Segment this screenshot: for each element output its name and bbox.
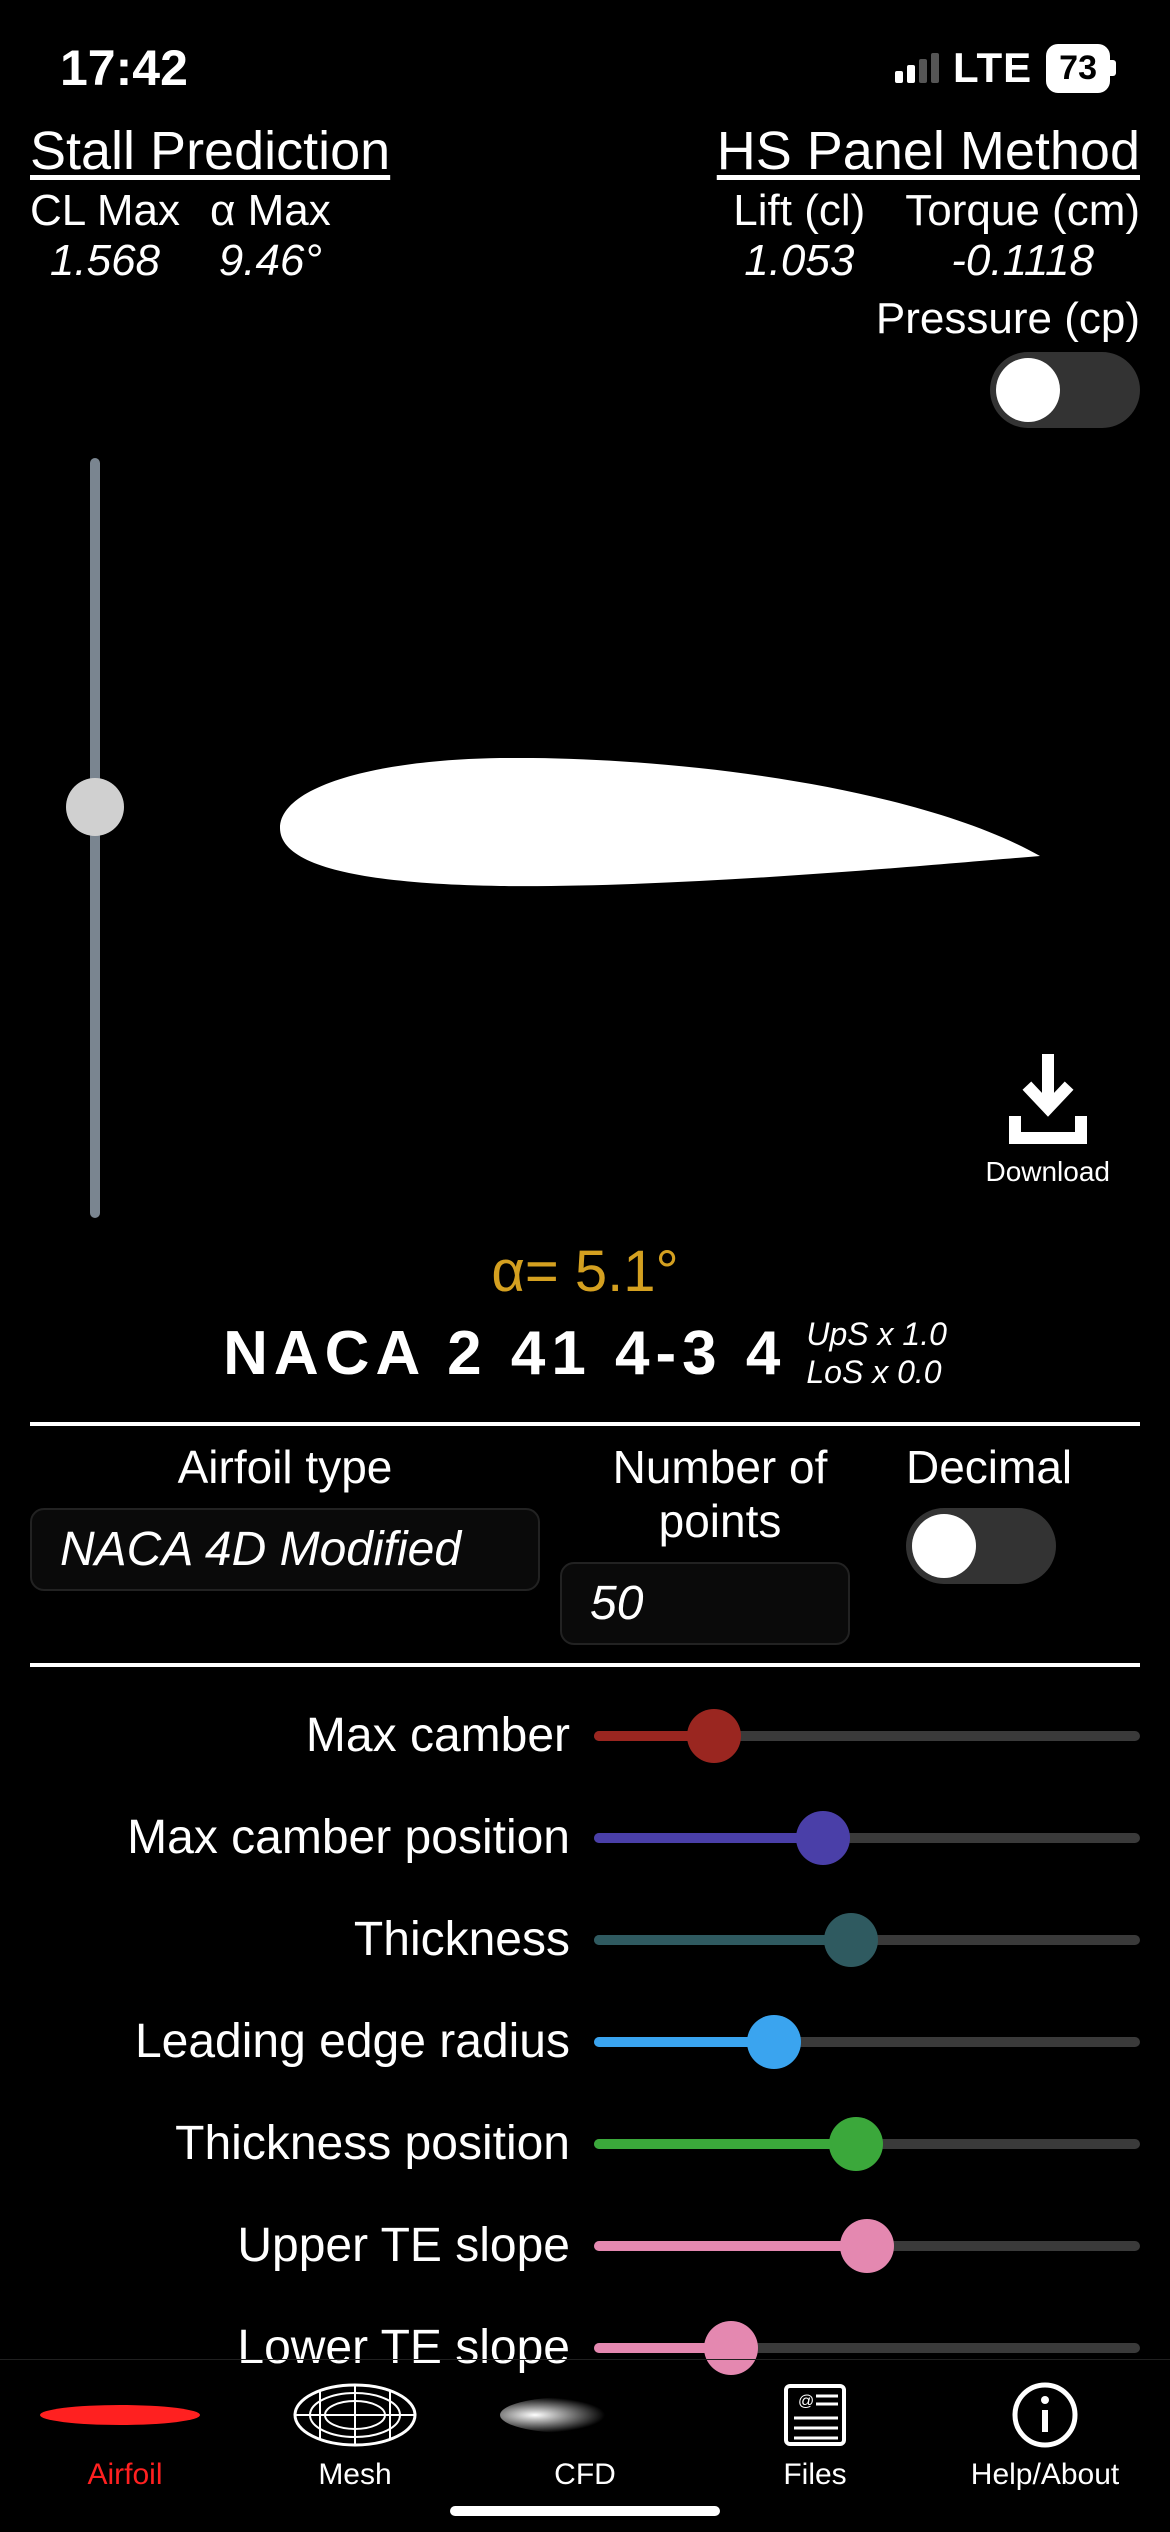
airfoil-tab-icon: [40, 2380, 210, 2450]
a-max-block: α Max 9.46°: [210, 186, 331, 286]
airfoil-type-select[interactable]: NACA 4D Modified: [30, 1508, 540, 1591]
slider-3[interactable]: [594, 2015, 1140, 2069]
slider-label: Thickness: [30, 1912, 570, 1967]
npoints-label: Number of points: [560, 1440, 880, 1548]
airfoil-type-label: Airfoil type: [30, 1440, 540, 1494]
torque-label: Torque (cm): [905, 186, 1140, 236]
pressure-toggle[interactable]: [990, 352, 1140, 428]
tab-airfoil[interactable]: Airfoil: [10, 2380, 240, 2492]
torque-block: Torque (cm) -0.1118: [905, 186, 1140, 286]
slider-label: Upper TE slope: [30, 2218, 570, 2273]
slider-row-5: Upper TE slope: [30, 2195, 1140, 2297]
tab-label: CFD: [554, 2458, 616, 2492]
alpha-value: α= 5.1°: [0, 1238, 1170, 1305]
decimal-label: Decimal: [900, 1440, 1072, 1494]
cfd-tab-icon: [500, 2380, 670, 2450]
cl-max-block: CL Max 1.568: [30, 186, 180, 286]
mesh-tab-icon: [290, 2380, 420, 2450]
status-bar: 17:42 LTE 73: [0, 0, 1170, 120]
slider-1[interactable]: [594, 1811, 1140, 1865]
stall-prediction-block: Stall Prediction CL Max 1.568 α Max 9.46…: [30, 120, 390, 428]
slider-label: Thickness position: [30, 2116, 570, 2171]
svg-text:@: @: [798, 2393, 814, 2410]
slider-label: Max camber position: [30, 1810, 570, 1865]
lift-block: Lift (cl) 1.053: [733, 186, 865, 286]
slider-label: Leading edge radius: [30, 2014, 570, 2069]
alpha-slider-thumb[interactable]: [66, 778, 124, 836]
a-max-label: α Max: [210, 186, 331, 236]
ups-label: UpS x 1.0: [806, 1315, 947, 1353]
stall-title[interactable]: Stall Prediction: [30, 120, 390, 182]
download-button[interactable]: Download: [985, 1054, 1110, 1188]
sliders-panel: Max camber Max camber position Thickness Le…: [0, 1667, 1170, 2399]
hs-panel-block: HS Panel Method Lift (cl) 1.053 Torque (…: [717, 120, 1140, 428]
lift-value: 1.053: [744, 236, 854, 286]
slider-2[interactable]: [594, 1913, 1140, 1967]
home-indicator[interactable]: [450, 2506, 720, 2516]
slider-0[interactable]: [594, 1709, 1140, 1763]
naca-name: NACA 2 41 4-3 4: [223, 1318, 786, 1389]
naca-row: NACA 2 41 4-3 4 UpS x 1.0 LoS x 0.0: [0, 1315, 1170, 1392]
npoints-input[interactable]: 50: [560, 1562, 850, 1645]
airfoil-viewport[interactable]: Download: [30, 458, 1140, 1238]
status-time: 17:42: [60, 39, 188, 97]
slider-row-2: Thickness: [30, 1889, 1140, 1991]
slider-5[interactable]: [594, 2219, 1140, 2273]
tab-label: Help/About: [971, 2458, 1119, 2492]
slider-label: Max camber: [30, 1708, 570, 1763]
tab-label: Mesh: [318, 2458, 391, 2492]
files-tab-icon: @: [780, 2380, 850, 2450]
decimal-toggle[interactable]: [906, 1508, 1056, 1584]
slider-4[interactable]: [594, 2117, 1140, 2171]
slider-row-3: Leading edge radius: [30, 1991, 1140, 2093]
metrics-row: Stall Prediction CL Max 1.568 α Max 9.46…: [0, 120, 1170, 438]
pressure-label: Pressure (cp): [876, 294, 1140, 344]
slider-row-4: Thickness position: [30, 2093, 1140, 2195]
slider-row-0: Max camber: [30, 1685, 1140, 1787]
airfoil-shape: [280, 758, 1040, 928]
tab-label: Files: [783, 2458, 846, 2492]
hs-title[interactable]: HS Panel Method: [717, 120, 1140, 182]
torque-value: -0.1118: [951, 236, 1094, 286]
alpha-slider-track[interactable]: [90, 458, 100, 1218]
lift-label: Lift (cl): [733, 186, 865, 236]
cl-max-value: 1.568: [50, 236, 160, 286]
tab-mesh[interactable]: Mesh: [240, 2380, 470, 2492]
tab-cfd[interactable]: CFD: [470, 2380, 700, 2492]
status-right: LTE 73: [895, 44, 1110, 93]
network-label: LTE: [953, 44, 1032, 92]
tab-files[interactable]: @ Files: [700, 2380, 930, 2492]
tab-label: Airfoil: [87, 2458, 162, 2492]
download-icon: [1001, 1054, 1095, 1148]
info-icon: [1010, 2380, 1080, 2450]
a-max-value: 9.46°: [219, 236, 322, 286]
tab-help[interactable]: Help/About: [930, 2380, 1160, 2492]
los-label: LoS x 0.0: [806, 1353, 947, 1391]
download-label: Download: [985, 1156, 1110, 1188]
settings-row: Airfoil type NACA 4D Modified Number of …: [0, 1426, 1170, 1663]
cl-max-label: CL Max: [30, 186, 180, 236]
slider-row-1: Max camber position: [30, 1787, 1140, 1889]
signal-icon: [895, 53, 939, 83]
battery-icon: 73: [1046, 44, 1110, 93]
